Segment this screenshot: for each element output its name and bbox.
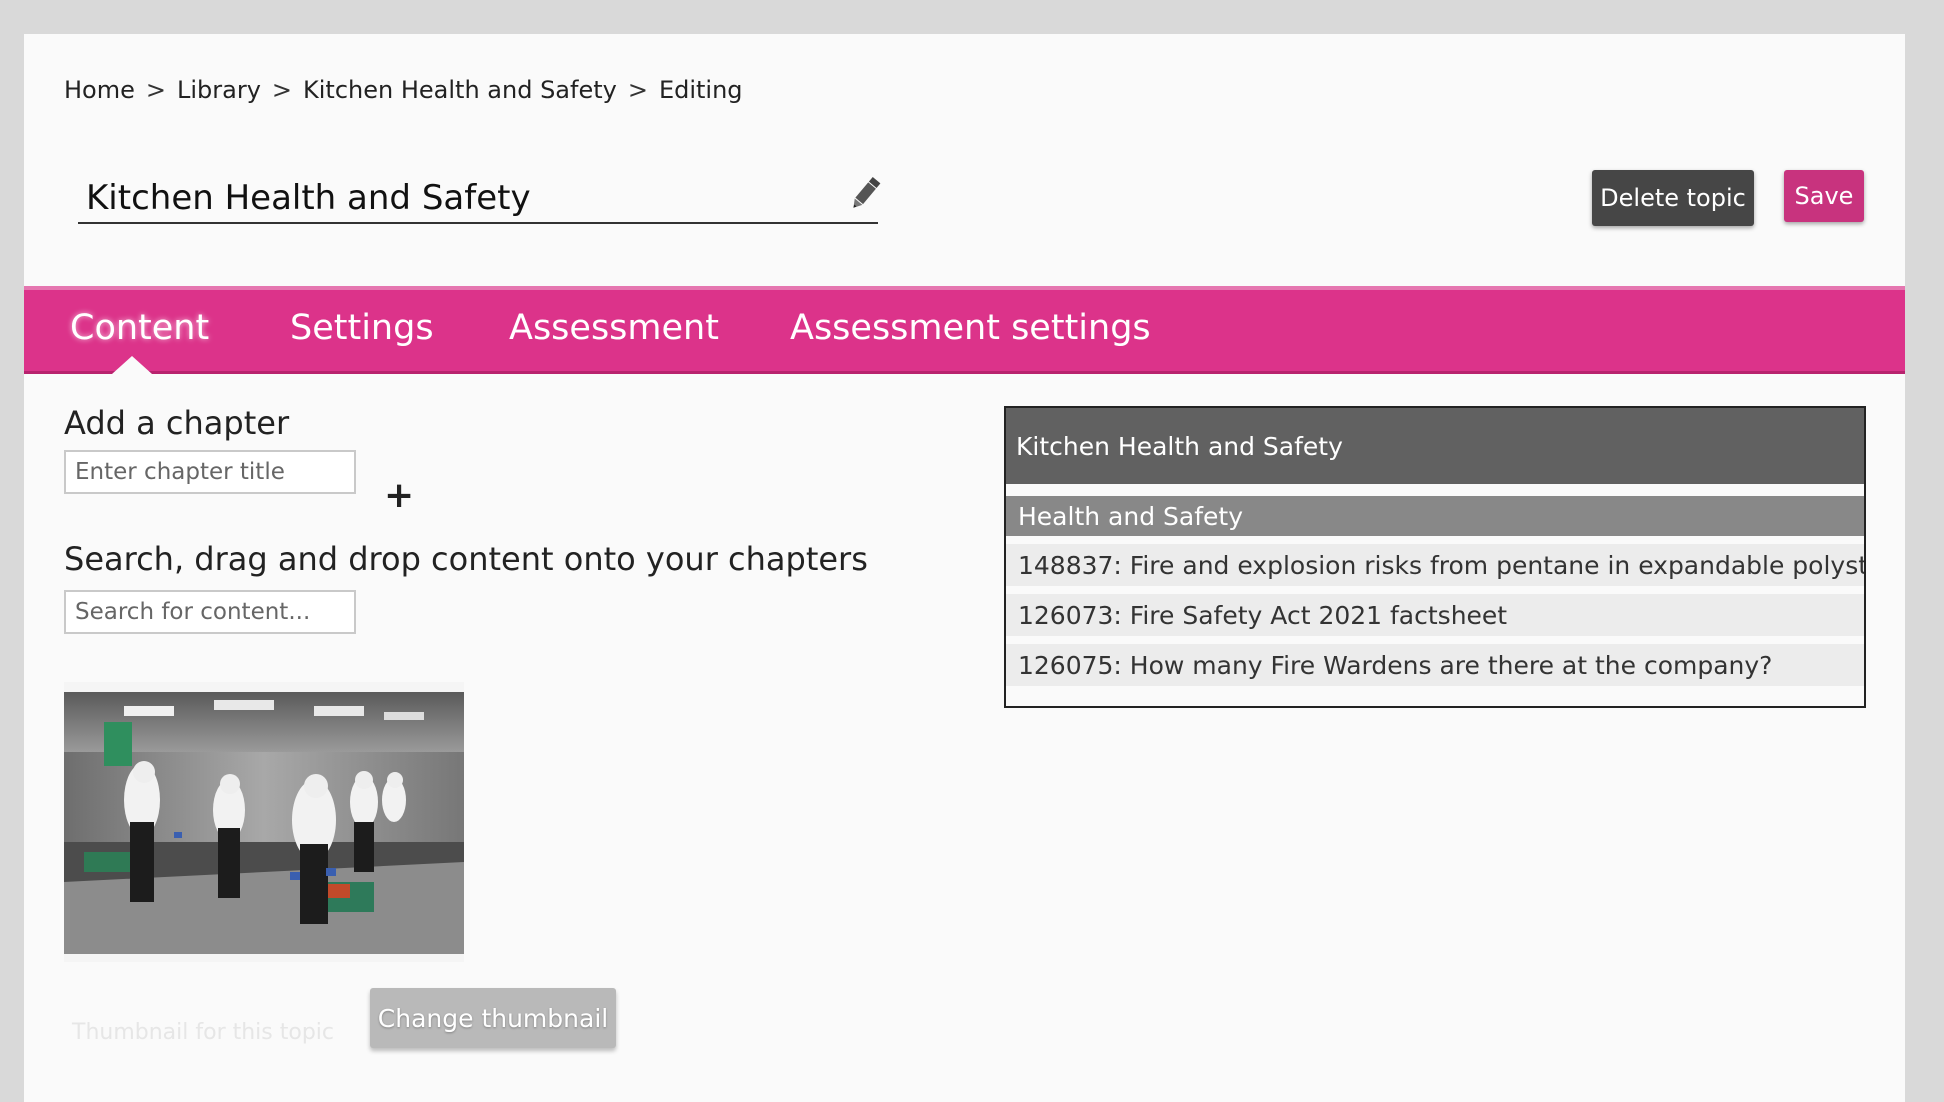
pencil-icon[interactable] (848, 174, 882, 214)
breadcrumb-topic[interactable]: Kitchen Health and Safety (303, 76, 617, 104)
add-chapter-heading: Add a chapter (64, 404, 290, 442)
content-item[interactable]: 126073: Fire Safety Act 2021 factsheet (1006, 594, 1864, 636)
active-tab-indicator (112, 356, 152, 374)
topic-outline-panel: Kitchen Health and Safety Health and Saf… (1004, 406, 1866, 708)
breadcrumb-separator: > (145, 76, 166, 104)
topic-title-text[interactable]: Kitchen Health and Safety (86, 178, 531, 218)
chapter-row[interactable]: Health and Safety (1006, 496, 1864, 536)
kitchen-photo (64, 692, 464, 954)
breadcrumb: Home > Library > Kitchen Health and Safe… (64, 76, 743, 104)
breadcrumb-home[interactable]: Home (64, 76, 135, 104)
tab-bar: Content Settings Assessment Assessment s… (24, 286, 1905, 374)
breadcrumb-current: Editing (658, 76, 743, 104)
save-button[interactable]: Save (1784, 170, 1864, 222)
breadcrumb-library[interactable]: Library (177, 76, 261, 104)
content-item[interactable]: 126075: How many Fire Wardens are there … (1006, 644, 1864, 686)
content-item[interactable]: 148837: Fire and explosion risks from pe… (1006, 544, 1864, 586)
tab-assessment-settings[interactable]: Assessment settings (790, 308, 1151, 348)
tab-content[interactable]: Content (70, 308, 209, 348)
outline-header: Kitchen Health and Safety (1006, 408, 1864, 484)
tab-settings[interactable]: Settings (290, 308, 434, 348)
topic-title-field[interactable]: Kitchen Health and Safety (78, 172, 878, 224)
plus-icon[interactable]: + (384, 478, 414, 514)
change-thumbnail-button[interactable]: Change thumbnail (370, 988, 616, 1048)
search-input[interactable] (64, 590, 356, 634)
breadcrumb-separator: > (627, 76, 648, 104)
topic-thumbnail (64, 682, 464, 962)
tab-assessment[interactable]: Assessment (509, 308, 719, 348)
chapter-title-input[interactable] (64, 450, 356, 494)
search-heading: Search, drag and drop content onto your … (64, 540, 868, 578)
editor-card: Home > Library > Kitchen Health and Safe… (24, 34, 1905, 1102)
delete-topic-button[interactable]: Delete topic (1592, 170, 1754, 226)
breadcrumb-separator: > (271, 76, 293, 104)
thumbnail-caption: Thumbnail for this topic (72, 1020, 335, 1045)
